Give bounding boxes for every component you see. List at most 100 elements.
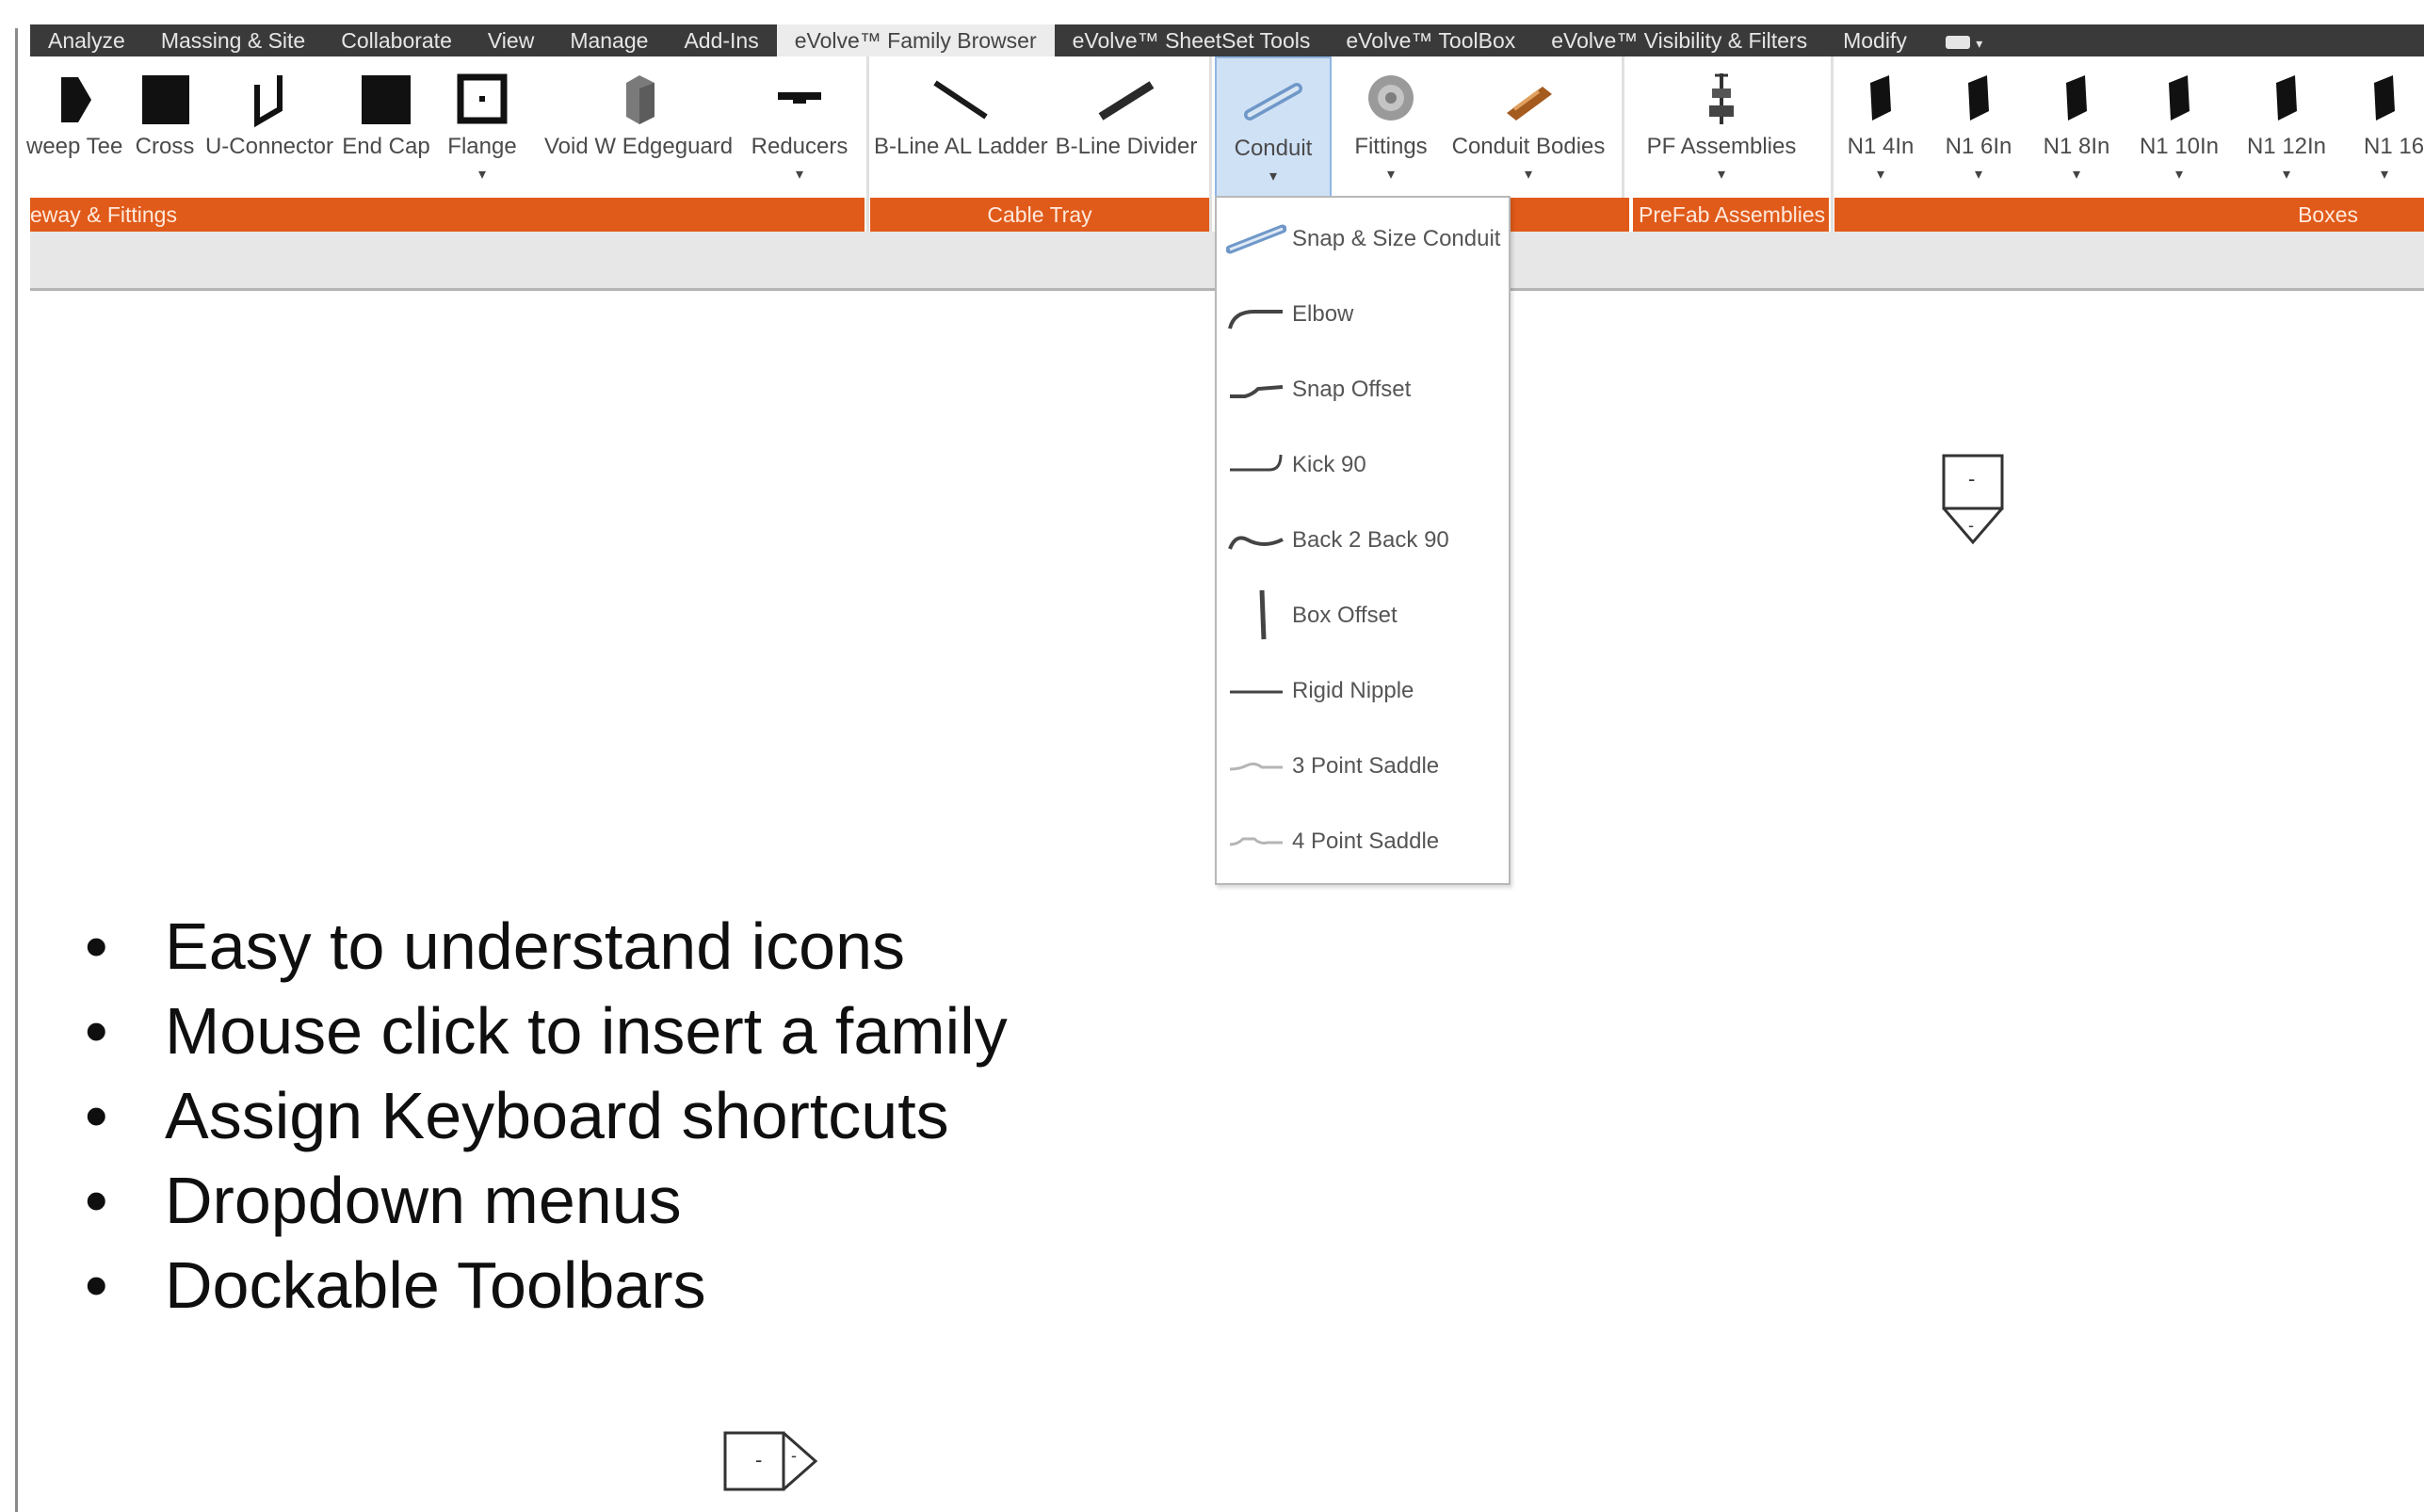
tool-label: N1 12In bbox=[2246, 134, 2327, 159]
conduit-dropdown-menu: Snap & Size Conduit Elbow Snap Offset Ki… bbox=[1215, 196, 1511, 885]
conduit-bodies-button[interactable]: Conduit Bodies ▾ bbox=[1448, 56, 1608, 198]
box-icon bbox=[2374, 75, 2395, 121]
bullet-text: Assign Keyboard shortcuts bbox=[165, 1079, 949, 1152]
conduit-button[interactable]: Conduit ▾ bbox=[1215, 56, 1332, 198]
box-icon bbox=[1968, 75, 1989, 121]
bullet-point: • bbox=[85, 994, 108, 1068]
menu-item-kick-90[interactable]: Kick 90 bbox=[1217, 426, 1509, 502]
dropdown-arrow-icon: ▾ bbox=[2072, 167, 2081, 183]
flange-icon bbox=[457, 73, 508, 124]
tool-label: N1 10In bbox=[2139, 134, 2220, 159]
cross-button[interactable]: Cross bbox=[132, 56, 198, 198]
dropdown-arrow-icon: ▾ bbox=[1269, 169, 1278, 185]
menu-item-snap-offset[interactable]: Snap Offset bbox=[1217, 351, 1509, 426]
menu-item-3-point-saddle[interactable]: 3 Point Saddle bbox=[1217, 728, 1509, 803]
menu-item-label: Snap & Size Conduit bbox=[1292, 226, 1501, 251]
panel-label-prefab-assemblies: PreFab Assemblies bbox=[1633, 198, 1829, 232]
bullet-text: Mouse click to insert a family bbox=[165, 994, 1008, 1068]
divider-tray-icon bbox=[1098, 81, 1155, 121]
n1-4in-button[interactable]: N1 4In ▾ bbox=[1838, 56, 1923, 198]
bullet-item: • Assign Keyboard shortcuts bbox=[85, 1073, 1008, 1158]
void-edgeguard-icon bbox=[626, 75, 654, 124]
ribbon-tab-bar: Analyze Massing & Site Collaborate View … bbox=[30, 24, 2424, 56]
bullet-text: Easy to understand icons bbox=[165, 909, 906, 983]
ribbon-panel: weep Tee Cross U-Connector End Cap Flang… bbox=[26, 56, 2424, 235]
box-icon bbox=[2276, 75, 2297, 121]
bullet-text: Dockable Toolbars bbox=[165, 1248, 706, 1322]
n1-8in-button[interactable]: N1 8In ▾ bbox=[2034, 56, 2119, 198]
n1-10in-button[interactable]: N1 10In ▾ bbox=[2132, 56, 2226, 198]
n1-16in-button[interactable]: N1 16 ▾ bbox=[2345, 56, 2424, 198]
n1-6in-button[interactable]: N1 6In ▾ bbox=[1936, 56, 2021, 198]
tool-label: N1 4In bbox=[1847, 134, 1915, 159]
menu-item-back-2-back-90[interactable]: Back 2 Back 90 bbox=[1217, 502, 1509, 577]
tab-manage[interactable]: Manage bbox=[552, 24, 666, 56]
snap-size-conduit-icon bbox=[1226, 224, 1286, 254]
pf-assemblies-button[interactable]: PF Assemblies ▾ bbox=[1627, 56, 1816, 198]
tab-view[interactable]: View bbox=[470, 24, 552, 56]
menu-item-box-offset[interactable]: Box Offset bbox=[1217, 577, 1509, 652]
bullet-item: • Easy to understand icons bbox=[85, 904, 1008, 989]
box-icon bbox=[1870, 75, 1891, 121]
fittings-button[interactable]: Fittings ▾ bbox=[1339, 56, 1443, 198]
panel-separator bbox=[1831, 56, 1834, 235]
menu-item-label: 3 Point Saddle bbox=[1292, 753, 1440, 779]
b-line-divider-button[interactable]: B-Line Divider bbox=[1051, 56, 1202, 198]
tab-evolve-toolbox[interactable]: eVolve™ ToolBox bbox=[1328, 24, 1533, 56]
tab-analyze[interactable]: Analyze bbox=[30, 24, 143, 56]
tab-collaborate[interactable]: Collaborate bbox=[323, 24, 470, 56]
camera-icon bbox=[1945, 35, 1970, 49]
tool-label: Conduit Bodies bbox=[1451, 134, 1606, 159]
menu-item-elbow[interactable]: Elbow bbox=[1217, 276, 1509, 351]
u-connector-icon bbox=[254, 75, 283, 128]
menu-item-label: Snap Offset bbox=[1292, 377, 1412, 402]
reducers-button[interactable]: Reducers ▾ bbox=[748, 56, 851, 198]
panel-separator bbox=[866, 56, 869, 235]
end-cap-button[interactable]: End Cap bbox=[341, 56, 431, 198]
tool-label: Flange bbox=[447, 134, 517, 159]
reducer-icon bbox=[778, 92, 821, 104]
tool-label: B-Line Divider bbox=[1055, 134, 1198, 159]
menu-item-rigid-nipple[interactable]: Rigid Nipple bbox=[1217, 652, 1509, 728]
assembly-icon bbox=[1709, 73, 1734, 124]
bullet-point: • bbox=[85, 1248, 108, 1322]
void-w-edgeguard-button[interactable]: Void W Edgeguard bbox=[544, 56, 733, 198]
right-tag-label: - bbox=[755, 1448, 763, 1472]
tab-modify[interactable]: Modify bbox=[1825, 24, 1925, 56]
menu-item-label: Elbow bbox=[1292, 301, 1354, 327]
panel-label-conduit bbox=[1511, 198, 1629, 232]
canvas-left-border bbox=[0, 28, 18, 1512]
cross-icon bbox=[142, 75, 189, 124]
menu-item-label: Kick 90 bbox=[1292, 452, 1366, 477]
menu-item-4-point-saddle[interactable]: 4 Point Saddle bbox=[1217, 803, 1509, 878]
dropdown-arrow-icon: ▾ bbox=[2174, 167, 2184, 183]
menu-item-snap-size-conduit[interactable]: Snap & Size Conduit bbox=[1217, 201, 1509, 276]
dropdown-arrow-icon: ▾ bbox=[1524, 167, 1533, 183]
tab-evolve-visibility-filters[interactable]: eVolve™ Visibility & Filters bbox=[1533, 24, 1825, 56]
tool-label: PF Assemblies bbox=[1646, 134, 1797, 159]
b-line-al-ladder-button[interactable]: B-Line AL Ladder bbox=[874, 56, 1048, 198]
tab-evolve-family-browser[interactable]: eVolve™ Family Browser bbox=[776, 24, 1055, 56]
down-tag-label: - bbox=[1968, 467, 1976, 491]
down-tag-label: - bbox=[1968, 516, 1974, 535]
dropdown-arrow-icon: ▾ bbox=[2282, 167, 2291, 183]
u-connector-button[interactable]: U-Connector bbox=[203, 56, 335, 198]
menu-item-label: Back 2 Back 90 bbox=[1292, 527, 1449, 553]
panel-separator bbox=[1209, 56, 1212, 235]
n1-12in-button[interactable]: N1 12In ▾ bbox=[2239, 56, 2334, 198]
tab-add-ins[interactable]: Add-Ins bbox=[666, 24, 776, 56]
bullet-text: Dropdown menus bbox=[165, 1164, 682, 1237]
sweep-tee-button[interactable]: weep Tee bbox=[26, 56, 122, 198]
tab-massing-site[interactable]: Massing & Site bbox=[143, 24, 323, 56]
end-cap-icon bbox=[362, 75, 411, 124]
tool-label: Void W Edgeguard bbox=[544, 134, 734, 159]
flange-button[interactable]: Flange ▾ bbox=[444, 56, 520, 198]
tab-evolve-sheetset-tools[interactable]: eVolve™ SheetSet Tools bbox=[1055, 24, 1329, 56]
tab-overflow-button[interactable]: ▾ bbox=[1925, 24, 2003, 56]
snap-offset-icon bbox=[1230, 385, 1284, 398]
conduit-icon bbox=[1244, 83, 1302, 121]
conduit-body-icon bbox=[1507, 87, 1552, 121]
rigid-nipple-icon bbox=[1230, 690, 1283, 694]
tool-label: Reducers bbox=[751, 134, 848, 159]
dropdown-caret-icon: ▾ bbox=[1976, 36, 1983, 51]
